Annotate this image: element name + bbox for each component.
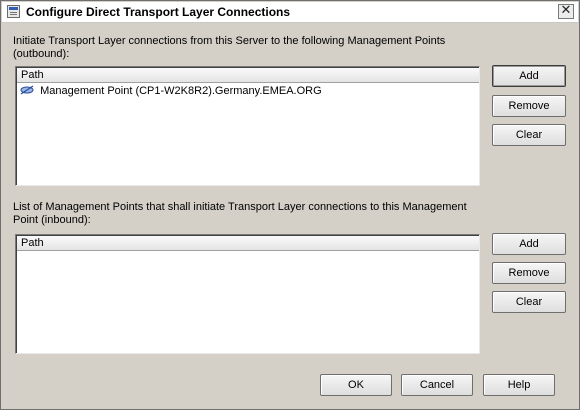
close-button[interactable]: ✕: [558, 4, 574, 19]
list-item-text: Management Point (CP1-W2K8R2).Germany.EM…: [40, 85, 322, 97]
inbound-column-header[interactable]: Path: [17, 236, 479, 251]
inbound-clear-button[interactable]: Clear: [492, 291, 566, 313]
inbound-list[interactable]: Path: [15, 234, 480, 354]
help-button[interactable]: Help: [483, 374, 555, 396]
dialog-window: Configure Direct Transport Layer Connect…: [0, 0, 580, 410]
outbound-list[interactable]: Path Management Point (CP1-W2K8R2).Germa…: [15, 66, 480, 186]
inbound-path-header: Path: [21, 237, 44, 249]
outbound-label-line1: Initiate Transport Layer connections fro…: [13, 35, 446, 47]
dialog-icon: [7, 5, 20, 18]
outbound-clear-button[interactable]: Clear: [492, 124, 566, 146]
outbound-column-header[interactable]: Path: [17, 68, 479, 83]
title-bar[interactable]: Configure Direct Transport Layer Connect…: [2, 2, 578, 23]
list-item[interactable]: Management Point (CP1-W2K8R2).Germany.EM…: [20, 84, 322, 100]
outbound-remove-button[interactable]: Remove: [492, 95, 566, 117]
outbound-path-header: Path: [21, 69, 44, 81]
inbound-remove-button[interactable]: Remove: [492, 262, 566, 284]
outbound-label-line2: (outbound):: [13, 48, 70, 60]
inbound-label-line1: List of Management Points that shall ini…: [13, 201, 467, 213]
dialog-title: Configure Direct Transport Layer Connect…: [26, 5, 291, 19]
outbound-add-button[interactable]: Add: [492, 65, 566, 87]
management-point-icon: [20, 85, 34, 95]
inbound-add-button[interactable]: Add: [492, 233, 566, 255]
ok-button[interactable]: OK: [320, 374, 392, 396]
inbound-label-line2: Point (inbound):: [13, 214, 91, 226]
cancel-button[interactable]: Cancel: [401, 374, 473, 396]
